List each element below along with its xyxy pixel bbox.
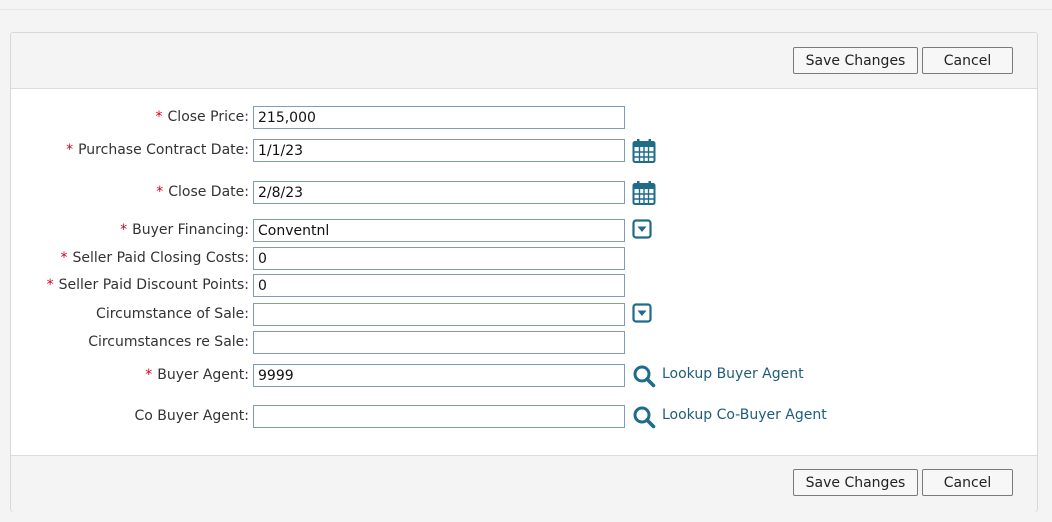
- calendar-icon[interactable]: [632, 138, 656, 164]
- top-divider: [0, 9, 1052, 10]
- seller-paid-discount-points-input[interactable]: [253, 274, 625, 297]
- buyer-financing-input[interactable]: [253, 219, 625, 242]
- buyer-financing-label: * Buyer Financing:: [120, 222, 249, 238]
- circumstance-of-sale-label: Circumstance of Sale:: [96, 306, 249, 322]
- required-mark: *: [60, 250, 68, 266]
- search-icon[interactable]: [632, 405, 656, 429]
- row-circumstances-re-sale: Circumstances re Sale:: [11, 331, 1039, 355]
- bottom-toolbar: Save Changes Cancel: [11, 455, 1037, 512]
- co-buyer-agent-input[interactable]: [253, 405, 625, 428]
- row-seller-paid-closing-costs: * Seller Paid Closing Costs:: [11, 247, 1039, 271]
- search-icon[interactable]: [632, 364, 656, 388]
- edit-panel: Save Changes Cancel *Close Price: *Purch…: [10, 32, 1038, 512]
- row-close-price: * Close Price:: [11, 106, 1039, 130]
- close-price-input[interactable]: [253, 106, 625, 129]
- circumstances-re-sale-input[interactable]: [253, 331, 625, 354]
- co-buyer-agent-label: Co Buyer Agent:: [134, 408, 249, 424]
- close-price-label: * Close Price:: [155, 109, 249, 125]
- buyer-agent-input[interactable]: [253, 364, 625, 387]
- required-mark: *: [120, 222, 128, 238]
- row-seller-paid-discount-points: * Seller Paid Discount Points:: [11, 274, 1039, 298]
- required-mark: *: [155, 109, 163, 125]
- dropdown-icon[interactable]: [632, 303, 652, 323]
- required-mark: *: [46, 277, 54, 293]
- required-mark: *: [66, 142, 74, 158]
- close-date-input[interactable]: [253, 181, 625, 204]
- cancel-button-top[interactable]: Cancel: [922, 47, 1013, 74]
- close-date-label: * Close Date:: [156, 184, 249, 200]
- lookup-buyer-agent-link[interactable]: Lookup Buyer Agent: [662, 366, 804, 382]
- seller-paid-discount-points-label: * Seller Paid Discount Points:: [46, 277, 249, 293]
- row-co-buyer-agent: Co Buyer Agent: Lookup Co-Buyer Agent: [11, 405, 1039, 429]
- required-mark: *: [156, 184, 164, 200]
- row-purchase-contract-date: * Purchase Contract Date:: [11, 139, 1039, 163]
- lookup-co-buyer-agent-link[interactable]: Lookup Co-Buyer Agent: [662, 407, 827, 423]
- seller-paid-closing-costs-label: * Seller Paid Closing Costs:: [60, 250, 249, 266]
- circumstance-of-sale-input[interactable]: [253, 303, 625, 326]
- seller-paid-closing-costs-input[interactable]: [253, 247, 625, 270]
- required-mark: *: [145, 367, 153, 383]
- purchase-contract-date-label: * Purchase Contract Date:: [66, 142, 249, 158]
- row-buyer-financing: * Buyer Financing:: [11, 219, 1039, 243]
- purchase-contract-date-input[interactable]: [253, 139, 625, 162]
- dropdown-icon[interactable]: [632, 219, 652, 239]
- cancel-button-bottom[interactable]: Cancel: [922, 469, 1013, 496]
- row-close-date: * Close Date:: [11, 181, 1039, 205]
- row-buyer-agent: *Buyer Agent: Lookup Buyer Agent: [11, 364, 1039, 388]
- buyer-agent-label: * Buyer Agent:: [145, 367, 249, 383]
- calendar-icon[interactable]: [632, 180, 656, 206]
- row-circumstance-of-sale: Circumstance of Sale:: [11, 303, 1039, 327]
- circumstances-re-sale-label: Circumstances re Sale:: [88, 334, 249, 350]
- save-changes-button-top[interactable]: Save Changes: [793, 47, 918, 74]
- save-changes-button-bottom[interactable]: Save Changes: [793, 469, 918, 496]
- top-toolbar: Save Changes Cancel: [11, 33, 1037, 89]
